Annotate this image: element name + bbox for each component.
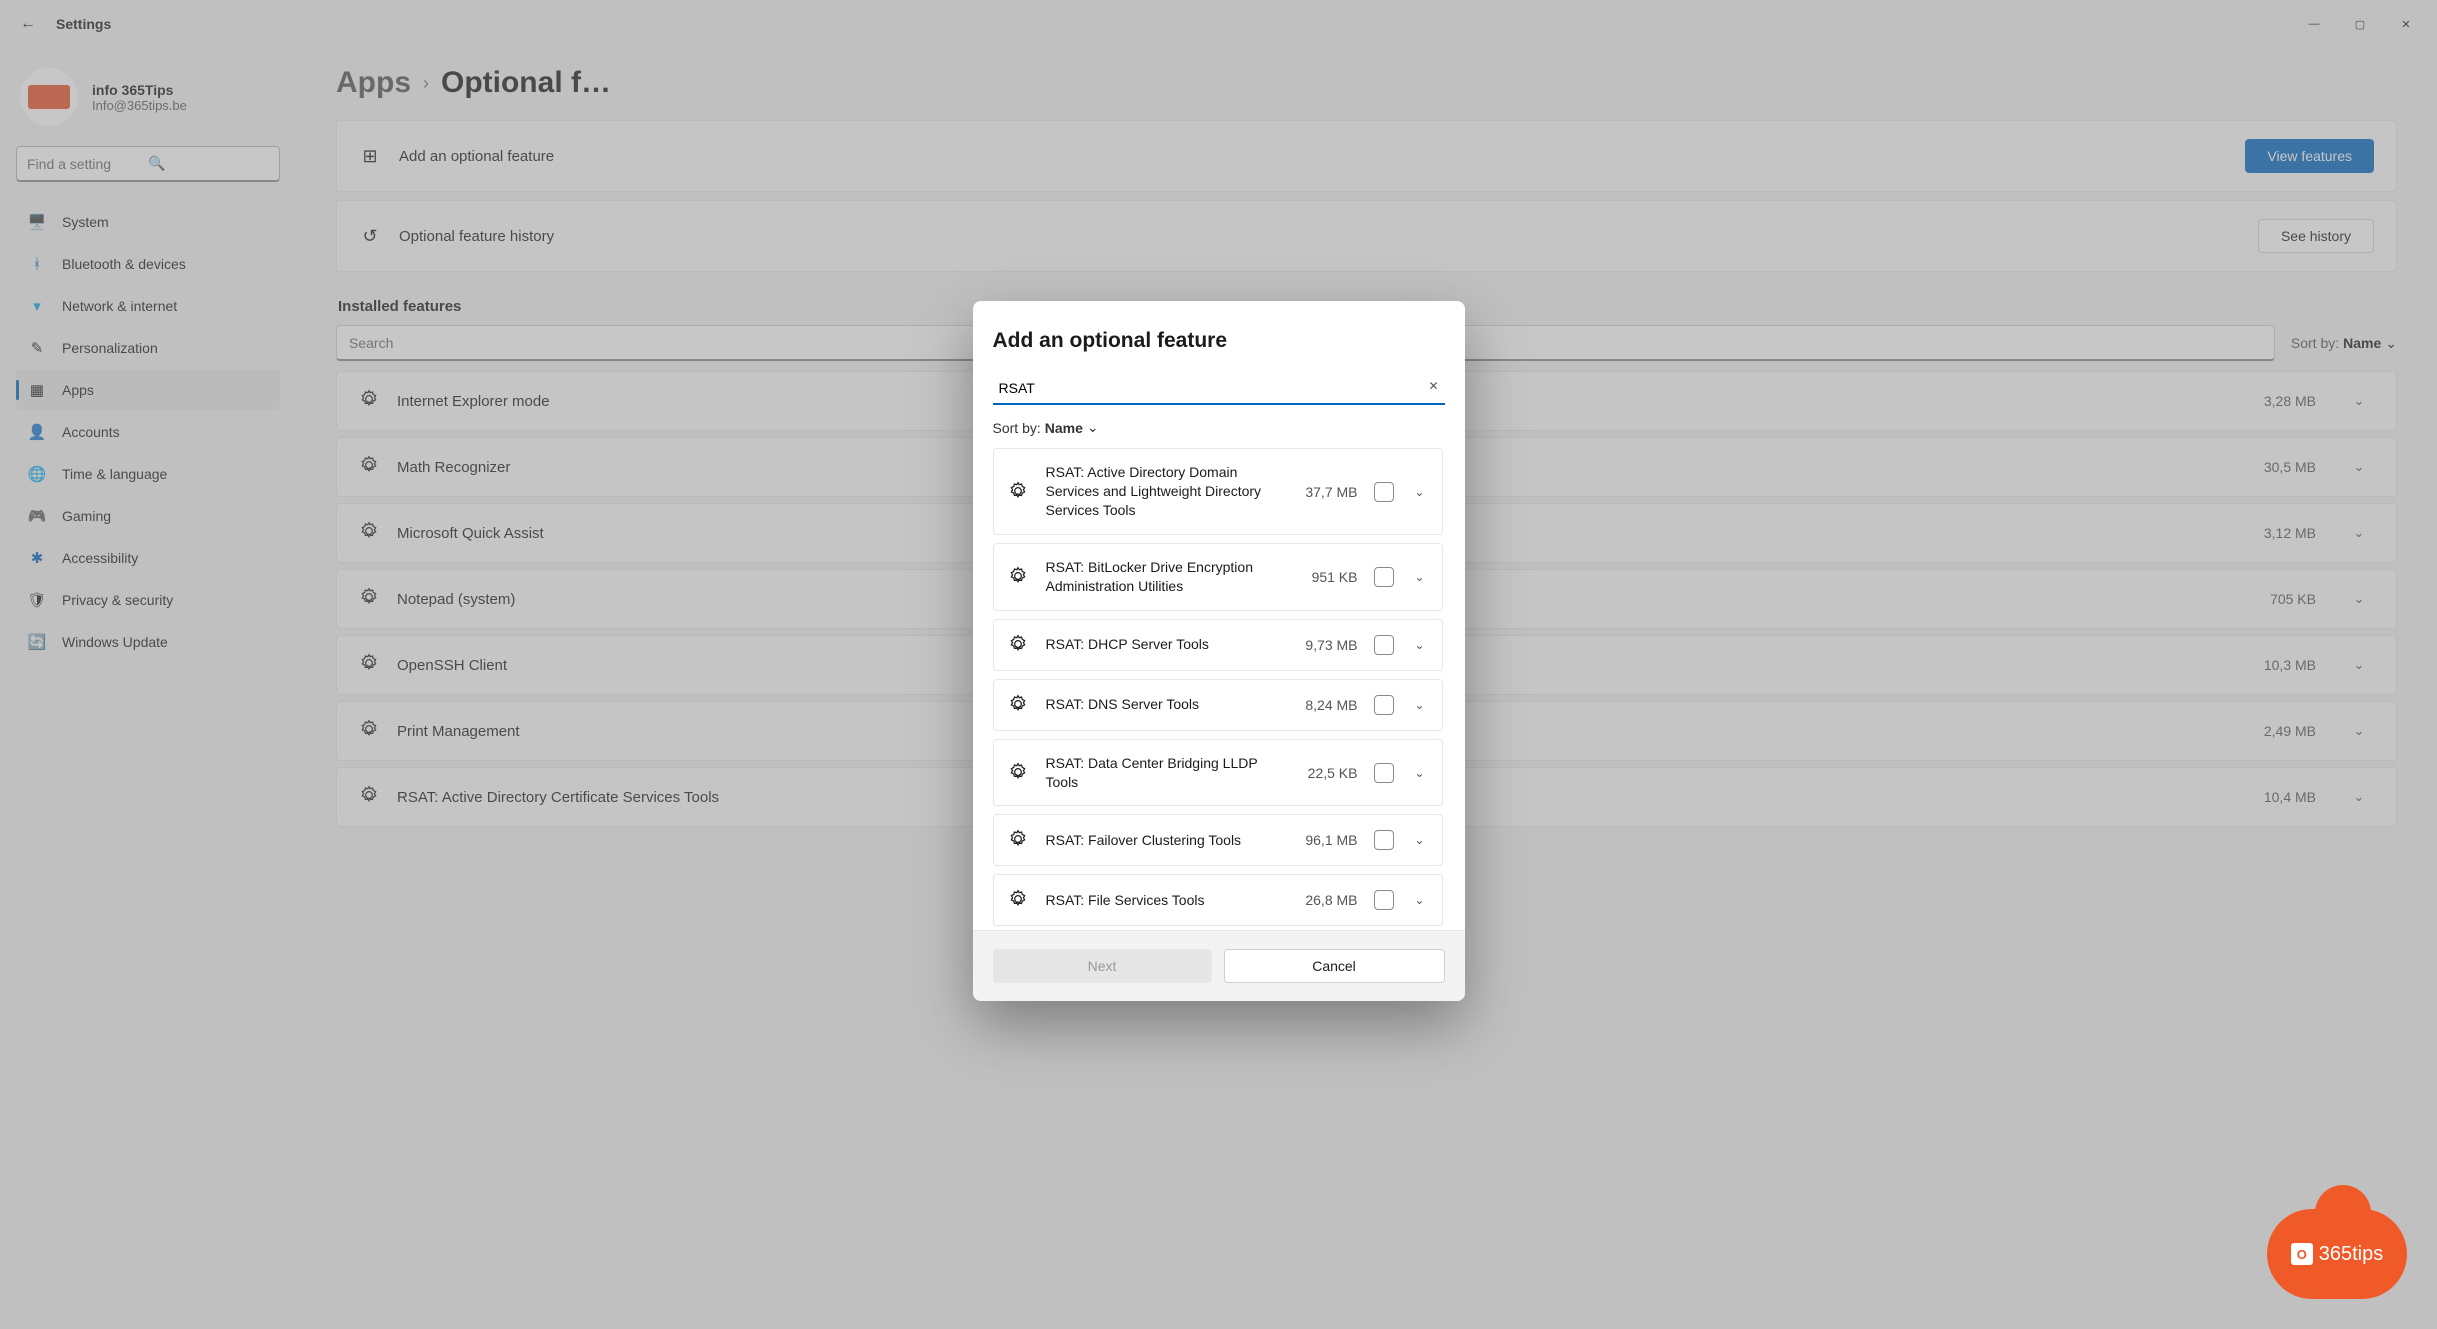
optional-feature-row[interactable]: RSAT: Data Center Bridging LLDP Tools 22,… (993, 739, 1443, 807)
feature-checkbox[interactable] (1374, 695, 1394, 715)
feature-size: 37,7 MB (1290, 484, 1358, 500)
component-icon (1008, 566, 1030, 588)
feature-name: RSAT: Failover Clustering Tools (1046, 831, 1274, 850)
cancel-button[interactable]: Cancel (1224, 949, 1445, 983)
feature-size: 9,73 MB (1290, 637, 1358, 653)
watermark-logo: O 365tips (2267, 1209, 2407, 1299)
chevron-down-icon[interactable]: ⌄ (1410, 833, 1430, 847)
chevron-down-icon[interactable]: ⌄ (1410, 570, 1430, 584)
chevron-down-icon[interactable]: ⌄ (1410, 698, 1430, 712)
feature-size: 26,8 MB (1290, 892, 1358, 908)
feature-name: RSAT: File Services Tools (1046, 891, 1274, 910)
add-feature-dialog: Add an optional feature ✕ Sort by: Name … (973, 301, 1465, 1001)
feature-checkbox[interactable] (1374, 567, 1394, 587)
feature-checkbox[interactable] (1374, 830, 1394, 850)
optional-feature-row[interactable]: RSAT: Failover Clustering Tools 96,1 MB ⌄ (993, 814, 1443, 866)
clear-search-icon[interactable]: ✕ (1428, 379, 1438, 393)
feature-search-input[interactable] (993, 373, 1445, 405)
feature-name: RSAT: DHCP Server Tools (1046, 635, 1274, 654)
optional-feature-row[interactable]: RSAT: DNS Server Tools 8,24 MB ⌄ (993, 679, 1443, 731)
optional-feature-row[interactable]: RSAT: Active Directory Domain Services a… (993, 448, 1443, 535)
feature-name: RSAT: DNS Server Tools (1046, 695, 1274, 714)
chevron-down-icon[interactable]: ⌄ (1410, 638, 1430, 652)
feature-size: 22,5 KB (1290, 765, 1358, 781)
chevron-down-icon[interactable]: ⌄ (1410, 766, 1430, 780)
component-icon (1008, 694, 1030, 716)
feature-name: RSAT: Active Directory Domain Services a… (1046, 463, 1274, 520)
dialog-title: Add an optional feature (993, 329, 1445, 353)
next-button[interactable]: Next (993, 949, 1212, 983)
component-icon (1008, 829, 1030, 851)
chevron-down-icon[interactable]: ⌄ (1410, 893, 1430, 907)
optional-feature-row[interactable]: RSAT: DHCP Server Tools 9,73 MB ⌄ (993, 619, 1443, 671)
component-icon (1008, 634, 1030, 656)
feature-name: RSAT: BitLocker Drive Encryption Adminis… (1046, 558, 1274, 596)
optional-feature-row[interactable]: RSAT: File Services Tools 26,8 MB ⌄ (993, 874, 1443, 926)
feature-name: RSAT: Data Center Bridging LLDP Tools (1046, 754, 1274, 792)
feature-checkbox[interactable] (1374, 763, 1394, 783)
feature-size: 951 KB (1290, 569, 1358, 585)
feature-size: 8,24 MB (1290, 697, 1358, 713)
dialog-sort[interactable]: Sort by: Name ⌄ (993, 419, 1445, 436)
component-icon (1008, 762, 1030, 784)
optional-feature-row[interactable]: RSAT: BitLocker Drive Encryption Adminis… (993, 543, 1443, 611)
chevron-down-icon: ⌄ (1087, 419, 1099, 436)
chevron-down-icon[interactable]: ⌄ (1410, 485, 1430, 499)
feature-checkbox[interactable] (1374, 890, 1394, 910)
component-icon (1008, 889, 1030, 911)
feature-checkbox[interactable] (1374, 635, 1394, 655)
component-icon (1008, 481, 1030, 503)
feature-size: 96,1 MB (1290, 832, 1358, 848)
feature-checkbox[interactable] (1374, 482, 1394, 502)
